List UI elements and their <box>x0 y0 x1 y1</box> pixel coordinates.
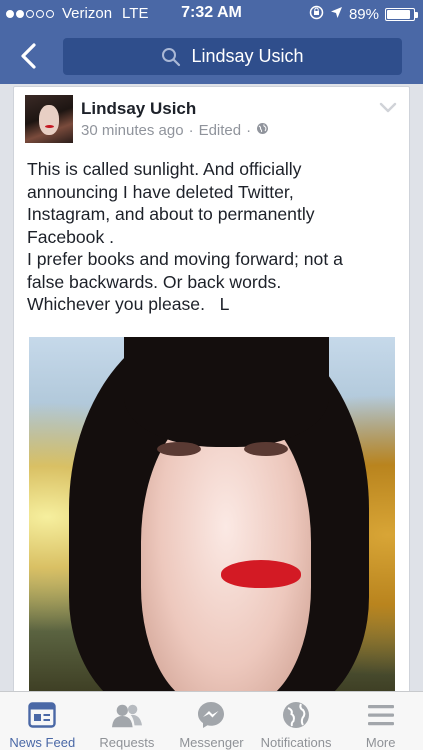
tab-label: Notifications <box>260 735 332 750</box>
post-time[interactable]: 30 minutes ago <box>81 122 184 139</box>
author-name[interactable]: Lindsay Usich <box>81 99 196 119</box>
search-field[interactable]: Lindsay Usich <box>63 38 402 75</box>
post-line: false backwards. Or back words. <box>27 271 282 292</box>
meta-separator: · <box>246 122 252 139</box>
top-header: Verizon LTE 7:32 AM 89% Lindsay Usich <box>0 0 423 84</box>
messenger-icon <box>196 701 226 729</box>
tab-label: Requests <box>99 735 155 750</box>
chevron-down-icon <box>379 102 397 113</box>
post-card: Lindsay Usich 30 minutes ago · Edited · … <box>13 86 410 696</box>
globe-icon <box>281 701 311 729</box>
tab-news-feed[interactable]: News Feed <box>0 692 85 750</box>
edited-label[interactable]: Edited <box>199 122 242 139</box>
tab-label: Messenger <box>179 735 244 750</box>
post-line: Whichever you please. L <box>27 294 230 314</box>
rotation-lock-icon <box>309 5 324 24</box>
author-avatar[interactable] <box>25 95 73 143</box>
audience-globe-icon <box>256 122 269 139</box>
battery-icon <box>385 8 418 21</box>
post-line: I prefer books and moving forward; not a <box>27 249 343 269</box>
status-bar: Verizon LTE 7:32 AM 89% <box>0 0 423 28</box>
location-arrow-icon <box>330 6 343 23</box>
tab-messenger[interactable]: Messenger <box>169 692 254 750</box>
tab-bar: News Feed Requests Messenger Notificatio… <box>0 691 423 750</box>
back-button[interactable] <box>14 38 44 74</box>
meta-separator: · <box>188 122 194 139</box>
search-text: Lindsay Usich <box>191 46 304 66</box>
post-line: This is called sunlight. And officially <box>27 159 302 179</box>
post-line: Instagram, and about to permanently <box>27 204 315 224</box>
post-line: Facebook . <box>27 226 115 247</box>
post-text: This is called sunlight. And officially … <box>27 158 402 316</box>
tab-label: News Feed <box>9 735 76 750</box>
post-line: announcing I have deleted Twitter, <box>27 181 294 202</box>
post-photo[interactable] <box>29 337 395 695</box>
tab-requests[interactable]: Requests <box>85 692 170 750</box>
tab-notifications[interactable]: Notifications <box>254 692 339 750</box>
post-meta: 30 minutes ago · Edited · <box>81 122 269 139</box>
status-right: 89% <box>309 5 418 24</box>
search-icon <box>162 47 181 66</box>
tab-more[interactable]: More <box>338 692 423 750</box>
menu-icon <box>366 701 396 729</box>
battery-percent: 89% <box>348 6 379 23</box>
tab-label: More <box>365 735 396 750</box>
news-feed-icon <box>27 701 57 729</box>
post-options-chevron[interactable] <box>379 101 397 115</box>
chevron-left-icon <box>21 43 36 69</box>
friend-requests-icon <box>111 701 142 729</box>
